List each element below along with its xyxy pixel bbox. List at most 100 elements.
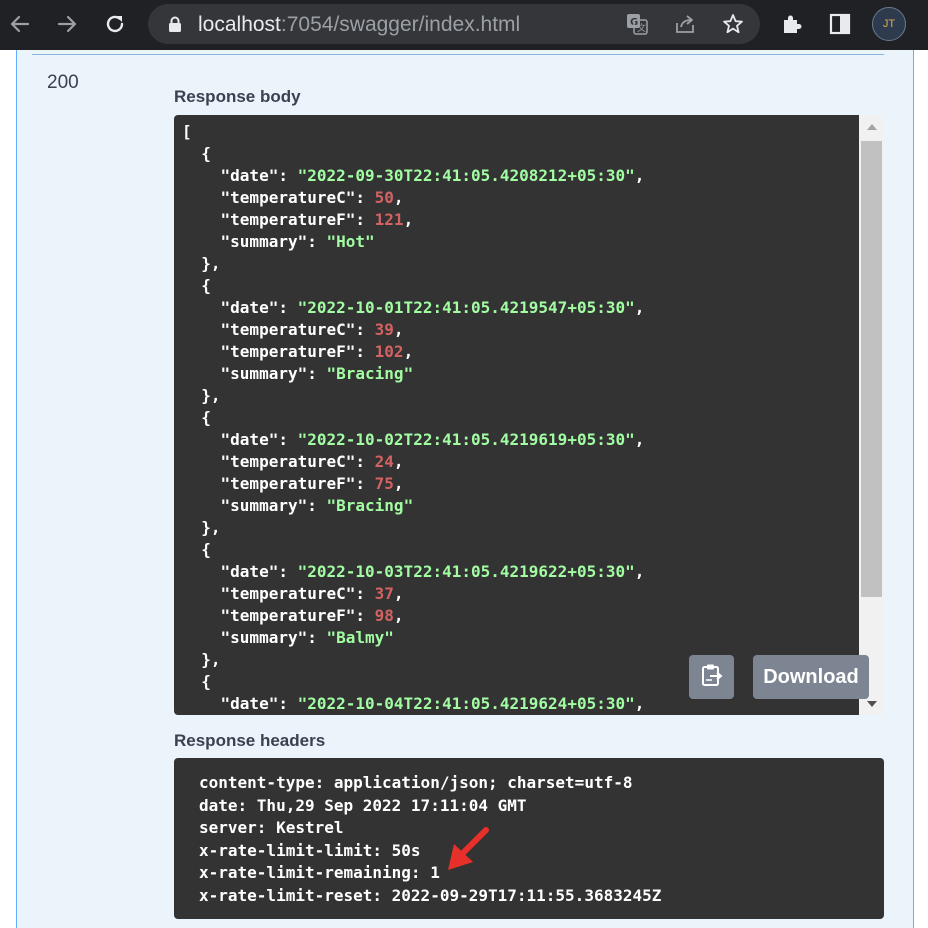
json-punctuation: , (403, 342, 414, 361)
json-string: "Bracing" (326, 364, 414, 383)
response-headers-text: content-type: application/json; charset=… (199, 772, 661, 907)
json-punctuation: : (278, 298, 298, 317)
response-headers-label: Response headers (174, 731, 326, 750)
json-punctuation (182, 188, 221, 207)
json-punctuation (182, 210, 221, 229)
response-headers-code[interactable]: content-type: application/json; charset=… (174, 758, 884, 919)
code-line: "date": "2022-10-02T22:41:05.4219619+05:… (182, 430, 645, 449)
reload-icon[interactable] (97, 6, 133, 42)
response-body-label: Response body (174, 87, 301, 106)
scroll-up-arrow-icon[interactable] (859, 115, 884, 139)
json-punctuation: , (393, 584, 404, 603)
json-key: "temperatureF" (220, 474, 356, 493)
json-punctuation: [ (182, 122, 192, 141)
share-icon[interactable] (673, 12, 697, 36)
forward-icon[interactable] (49, 6, 85, 42)
json-punctuation: , (393, 452, 404, 471)
json-key: "temperatureC" (220, 320, 356, 339)
json-punctuation: : (355, 584, 375, 603)
json-punctuation: : (355, 320, 375, 339)
json-punctuation: { (182, 672, 211, 691)
swagger-page: 200 Response body [ { "date": "2022-09-3… (0, 50, 928, 928)
code-line: "date": "2022-10-04T22:41:05.4219624+05:… (182, 694, 645, 713)
svg-text:文: 文 (637, 22, 646, 34)
response-body-scrollbar[interactable] (859, 115, 884, 715)
json-number: 121 (374, 210, 404, 229)
profile-avatar[interactable]: JT (872, 7, 906, 41)
code-line: [ (182, 122, 192, 141)
code-line: "summary": "Bracing" (182, 496, 414, 515)
code-line: "temperatureC": 37, (182, 584, 404, 603)
json-key: "summary" (220, 364, 308, 383)
extensions-icon[interactable] (778, 10, 806, 38)
json-punctuation (182, 364, 221, 383)
json-punctuation: : (307, 232, 327, 251)
response-body-text: [ { "date": "2022-09-30T22:41:05.4208212… (182, 121, 644, 715)
header-line: x-rate-limit-reset: 2022-09-29T17:11:55.… (199, 885, 662, 905)
json-punctuation (182, 496, 221, 515)
url-text[interactable]: localhost:7054/swagger/index.html (198, 13, 520, 37)
json-punctuation: }, (182, 518, 221, 537)
json-punctuation (182, 628, 221, 647)
star-icon[interactable] (721, 12, 745, 36)
header-line: server: Kestrel (199, 818, 344, 837)
json-punctuation: }, (182, 254, 221, 273)
code-line: "temperatureF": 121, (182, 210, 414, 229)
json-string: "Balmy" (326, 628, 394, 647)
clipboard-icon (701, 663, 723, 692)
json-punctuation: : (355, 606, 375, 625)
json-number: 50 (374, 188, 394, 207)
code-line: { (182, 540, 211, 559)
code-line: "temperatureC": 50, (182, 188, 404, 207)
json-punctuation: : (278, 430, 298, 449)
json-string: "Hot" (326, 232, 375, 251)
code-line: }, (182, 386, 220, 405)
copy-to-clipboard-button[interactable] (689, 655, 734, 699)
json-punctuation: : (355, 452, 375, 471)
json-string: "2022-10-02T22:41:05.4219619+05:30" (297, 430, 635, 449)
json-string: "2022-10-01T22:41:05.4219547+05:30" (297, 298, 635, 317)
json-punctuation (182, 298, 221, 317)
json-punctuation: , (393, 606, 404, 625)
side-panel-icon[interactable] (826, 10, 854, 38)
download-button[interactable]: Download (753, 655, 869, 699)
browser-toolbar: localhost:7054/swagger/index.html G文 JT (0, 0, 928, 50)
code-line: "summary": "Balmy" (182, 628, 394, 647)
json-string: "2022-10-04T22:41:05.4219624+05:30" (297, 694, 635, 713)
code-line: "temperatureF": 98, (182, 606, 404, 625)
json-number: 24 (374, 452, 394, 471)
translate-icon[interactable]: G文 (625, 12, 649, 36)
json-punctuation: , (634, 298, 645, 317)
json-punctuation (182, 452, 221, 471)
code-line: "date": "2022-10-03T22:41:05.4219622+05:… (182, 562, 645, 581)
json-punctuation: { (182, 276, 211, 295)
code-line: "temperatureC": 24, (182, 452, 404, 471)
json-punctuation: , (634, 166, 645, 185)
json-key: "summary" (220, 628, 308, 647)
json-punctuation (182, 320, 221, 339)
json-key: "summary" (220, 232, 308, 251)
response-status-code: 200 (47, 72, 79, 93)
json-key: "date" (220, 562, 279, 581)
header-line: x-rate-limit-remaining: 1 (199, 863, 440, 882)
url-path: :7054/swagger/index.html (280, 13, 521, 36)
json-punctuation: , (634, 430, 645, 449)
scrollbar-thumb[interactable] (861, 141, 882, 597)
json-punctuation (182, 232, 221, 251)
address-bar[interactable]: localhost:7054/swagger/index.html G文 (148, 4, 760, 44)
json-punctuation (182, 694, 221, 713)
response-body-code[interactable]: [ { "date": "2022-09-30T22:41:05.4208212… (174, 115, 859, 715)
json-key: "temperatureF" (220, 606, 356, 625)
json-punctuation (182, 474, 221, 493)
json-number: 39 (374, 320, 394, 339)
json-punctuation: , (393, 474, 404, 493)
lock-icon[interactable] (168, 16, 182, 37)
back-icon[interactable] (2, 6, 38, 42)
json-punctuation: : (278, 694, 298, 713)
json-number: 37 (374, 584, 394, 603)
code-line: }, (182, 650, 220, 669)
code-line: "date": "2022-10-01T22:41:05.4219547+05:… (182, 298, 645, 317)
json-punctuation (182, 430, 221, 449)
code-line: { (182, 408, 211, 427)
code-line: { (182, 672, 211, 691)
